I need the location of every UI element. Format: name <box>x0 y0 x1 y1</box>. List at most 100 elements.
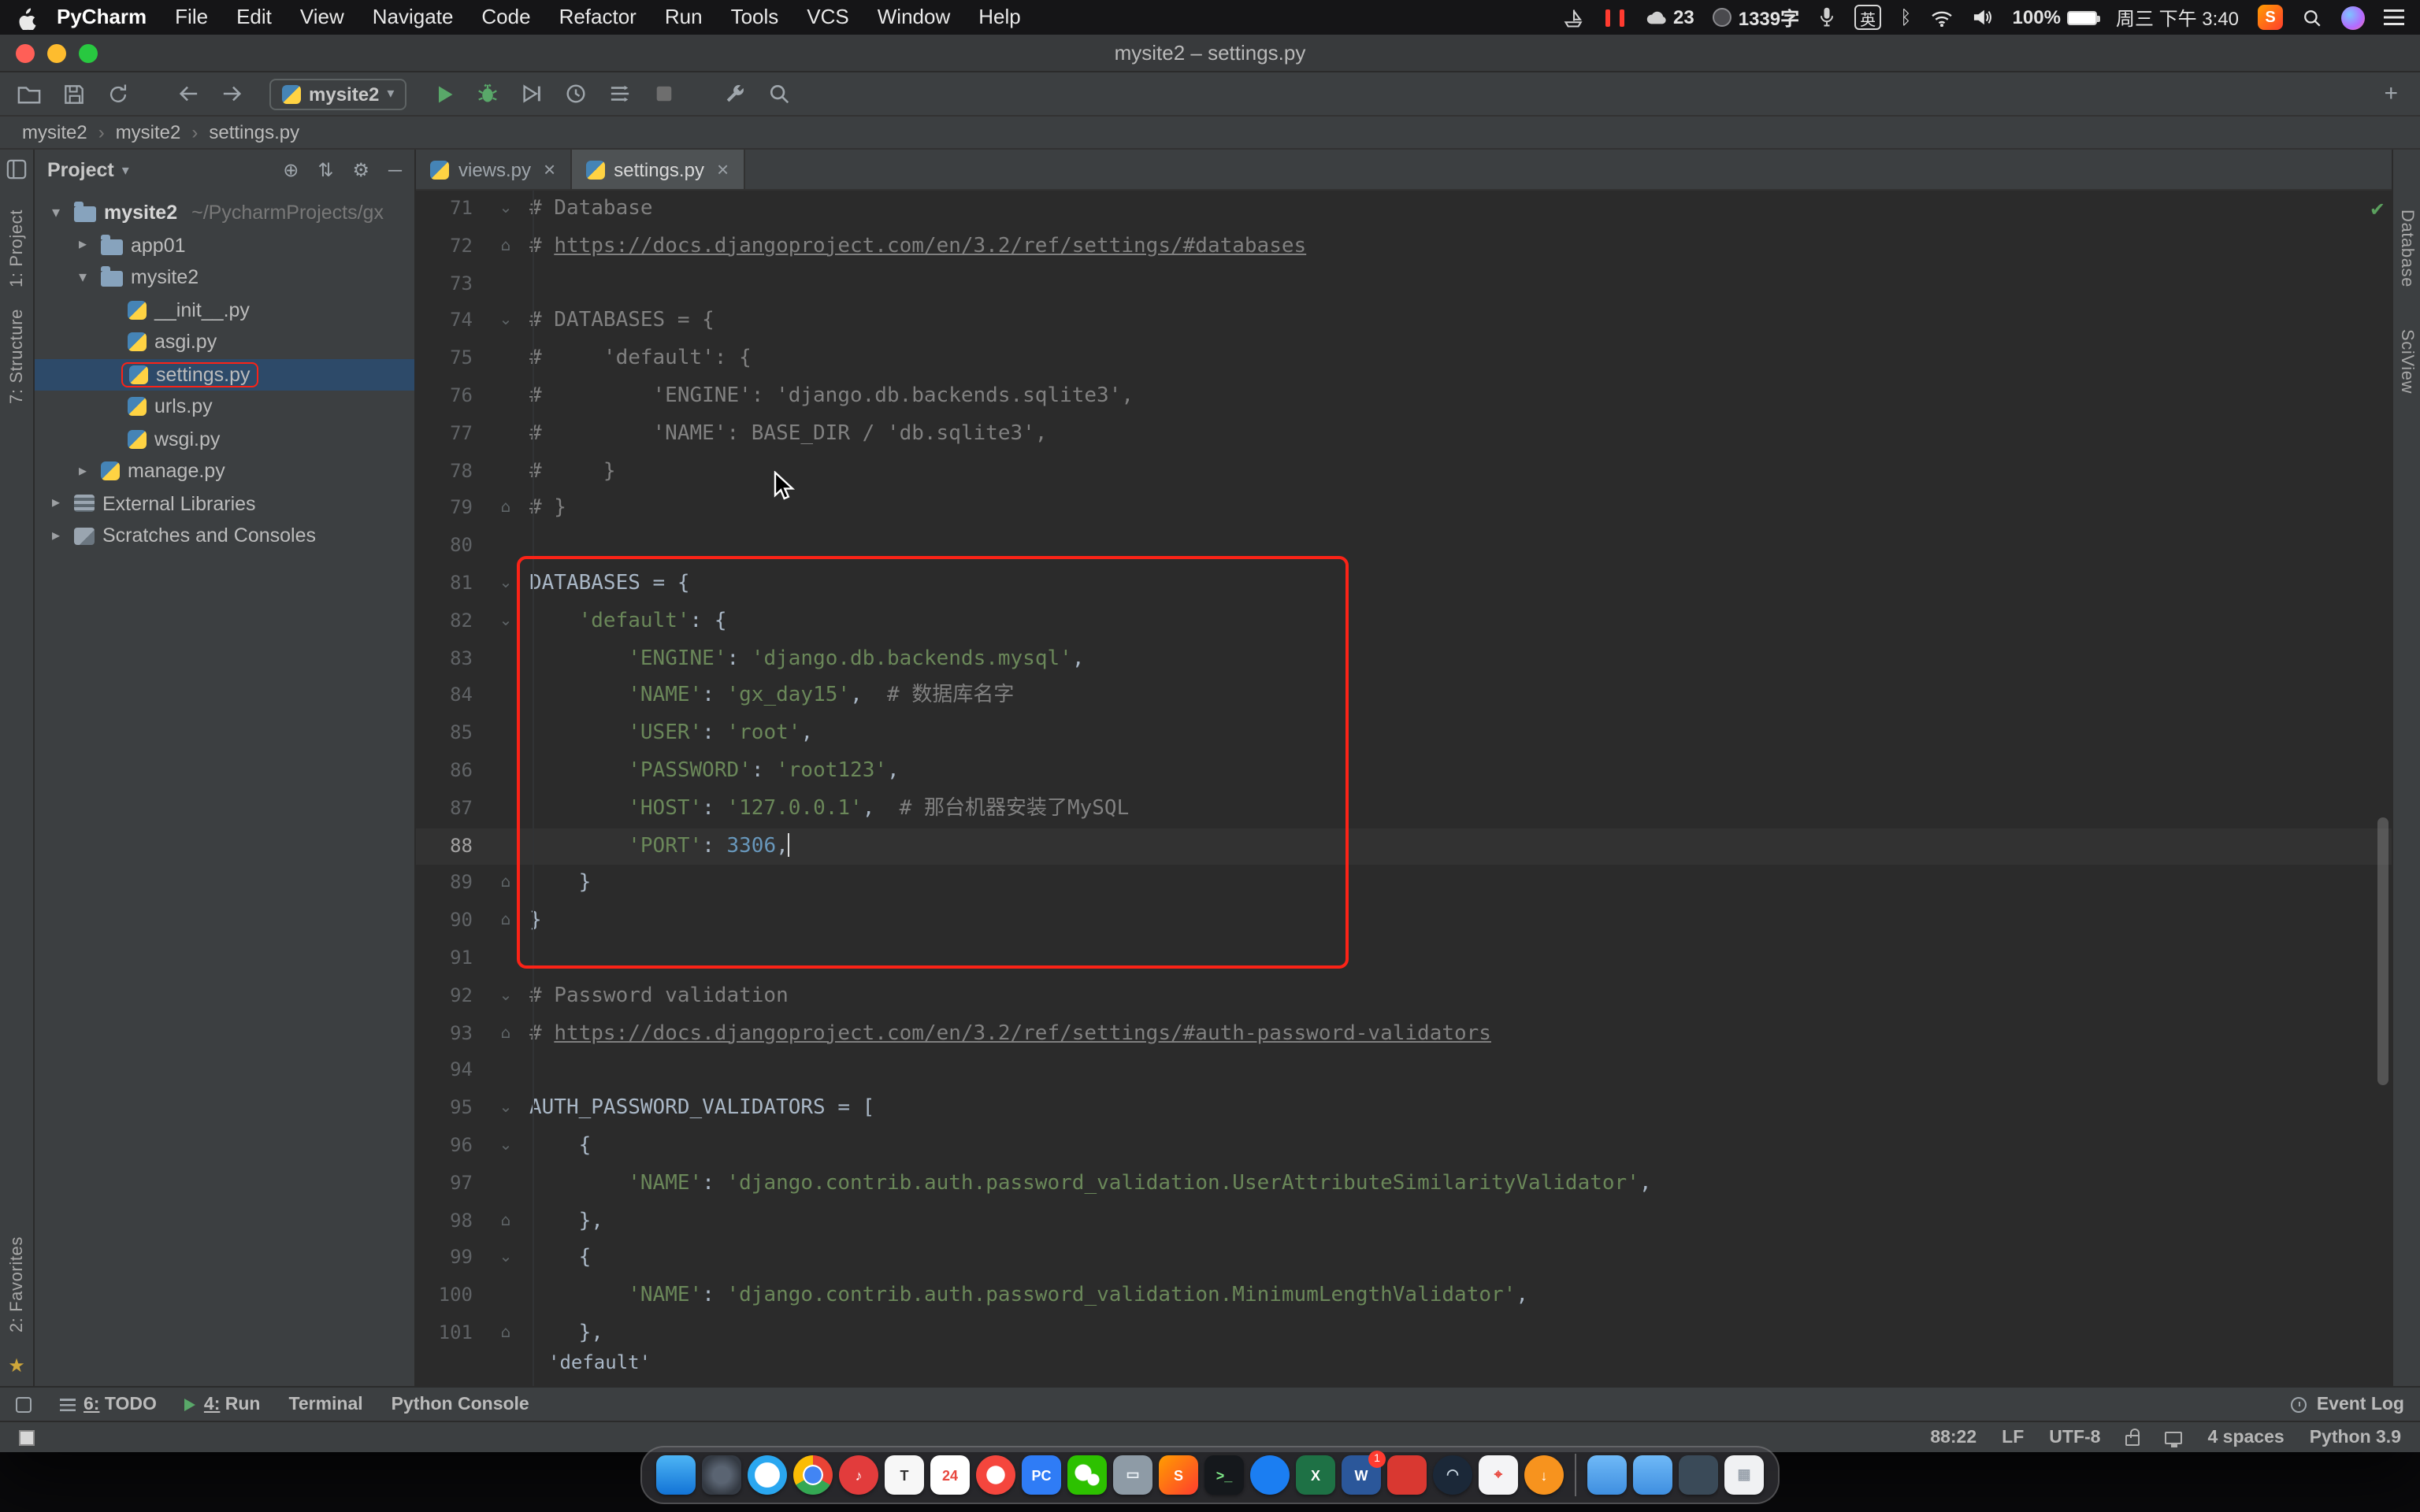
code-line[interactable]: 97 'NAME': 'django.contrib.auth.password… <box>416 1165 2392 1203</box>
fold-marker[interactable]: ⌂ <box>482 491 529 528</box>
dock-icon-folder-downloads[interactable] <box>1587 1455 1627 1495</box>
editor-tab-settings.py[interactable]: settings.py× <box>571 150 744 189</box>
fold-marker[interactable]: ⌄ <box>482 1240 529 1278</box>
favorites-star-icon[interactable]: ★ <box>8 1354 25 1377</box>
line-number[interactable]: 97 <box>416 1165 482 1203</box>
code-line[interactable]: 98⌂ }, <box>416 1203 2392 1240</box>
project-view-selector[interactable]: Project▾ <box>47 159 129 181</box>
editor-breadcrumb[interactable]: 'default' <box>548 1351 651 1386</box>
line-ending[interactable]: LF <box>2002 1428 2024 1447</box>
code-line[interactable]: 94 <box>416 1053 2392 1091</box>
code-line[interactable]: 89⌂ } <box>416 865 2392 903</box>
interpreter-name[interactable]: Python 3.9 <box>2310 1428 2401 1447</box>
code-line[interactable]: 82⌄ 'default': { <box>416 603 2392 641</box>
project-tree-item[interactable]: ▸Scratches and Consoles <box>35 520 414 552</box>
siri-icon[interactable] <box>2341 6 2365 29</box>
code-line[interactable]: 93⌂# https://docs.djangoproject.com/en/3… <box>416 1015 2392 1053</box>
apple-menu-icon[interactable] <box>16 6 36 29</box>
line-number[interactable]: 93 <box>416 1015 482 1053</box>
hide-panel-icon[interactable]: ─ <box>388 159 402 181</box>
project-tree-item[interactable]: ▾mysite2 <box>35 261 414 294</box>
line-number[interactable]: 80 <box>416 528 482 565</box>
pause-status-icon[interactable] <box>1605 9 1627 26</box>
code-line[interactable]: 95⌄AUTH_PASSWORD_VALIDATORS = [ <box>416 1090 2392 1128</box>
line-number[interactable]: 90 <box>416 902 482 940</box>
line-number[interactable]: 94 <box>416 1053 482 1091</box>
battery-status[interactable]: 100% <box>2013 6 2097 28</box>
settings-wrench-icon[interactable] <box>715 76 755 111</box>
line-number[interactable]: 71 <box>416 191 482 228</box>
line-number[interactable]: 86 <box>416 753 482 791</box>
caret-position[interactable]: 88:22 <box>1930 1428 1976 1447</box>
line-number[interactable]: 74 <box>416 303 482 341</box>
code-line[interactable]: 84 'NAME': 'gx_day15', # 数据库名字 <box>416 678 2392 716</box>
search-everywhere-icon[interactable] <box>759 76 799 111</box>
sogou-input-icon[interactable]: S <box>2258 5 2283 30</box>
dock-icon-stack-dark[interactable] <box>1679 1455 1718 1495</box>
dock-icon-steam[interactable]: ◠ <box>1433 1455 1472 1495</box>
volume-icon[interactable] <box>1973 8 1994 27</box>
dock-icon-sogou-input[interactable]: S <box>1159 1455 1198 1495</box>
code-line[interactable]: 91 <box>416 940 2392 978</box>
line-number[interactable]: 92 <box>416 977 482 1015</box>
code-line[interactable]: 83 'ENGINE': 'django.db.backends.mysql', <box>416 640 2392 678</box>
tree-arrow-icon[interactable]: ▸ <box>71 463 95 480</box>
toolwindow-terminal[interactable]: Terminal <box>289 1395 363 1414</box>
toolwindow-todo[interactable]: 6: TODO <box>60 1395 157 1414</box>
dock-icon-red-circle-app[interactable] <box>976 1455 1015 1495</box>
line-number[interactable]: 82 <box>416 603 482 641</box>
tool-button-structure[interactable]: 7: Structure <box>7 309 26 405</box>
tab-close-icon[interactable]: × <box>717 158 729 181</box>
debug-button[interactable] <box>468 76 507 111</box>
project-tree-item[interactable]: asgi.py <box>35 326 414 358</box>
menubar-menu-tools[interactable]: Tools <box>717 0 793 35</box>
tool-button-sciview[interactable]: SciView <box>2397 328 2416 393</box>
line-number[interactable]: 91 <box>416 940 482 978</box>
dock-icon-safari[interactable] <box>748 1455 787 1495</box>
tree-arrow-icon[interactable]: ▸ <box>71 237 95 254</box>
close-window-button[interactable] <box>16 43 35 62</box>
fold-marker[interactable]: ⌂ <box>482 902 529 940</box>
file-encoding[interactable]: UTF-8 <box>2049 1428 2100 1447</box>
tree-arrow-icon[interactable]: ▸ <box>44 495 68 513</box>
dock-icon-pc-blue[interactable]: PC <box>1022 1455 1061 1495</box>
project-tree-item[interactable]: urls.py <box>35 391 414 423</box>
save-all-icon[interactable] <box>54 76 93 111</box>
code-line[interactable]: 74⌄# DATABASES = { <box>416 303 2392 341</box>
code-line[interactable]: 92⌄# Password validation <box>416 977 2392 1015</box>
menubar-menu-help[interactable]: Help <box>964 0 1035 35</box>
tree-arrow-icon[interactable]: ▸ <box>44 528 68 545</box>
line-number[interactable]: 88 <box>416 828 482 865</box>
code-viewport[interactable]: 71⌄# Database72⌂# https://docs.djangopro… <box>416 191 2392 1386</box>
fold-marker[interactable]: ⌄ <box>482 303 529 341</box>
dock-icon-downloader[interactable]: ↓ <box>1524 1455 1564 1495</box>
menubar-menu-window[interactable]: Window <box>863 0 965 35</box>
code-line[interactable]: 101⌂ }, <box>416 1315 2392 1353</box>
back-icon[interactable] <box>169 76 208 111</box>
fold-marker[interactable]: ⌄ <box>482 565 529 603</box>
line-number[interactable]: 99 <box>416 1240 482 1278</box>
tool-windows-icon[interactable] <box>6 159 27 187</box>
code-line[interactable]: 77# 'NAME': BASE_DIR / 'db.sqlite3', <box>416 416 2392 454</box>
counter-status-item[interactable]: 23 <box>1645 6 1694 28</box>
dock-icon-reader-red[interactable] <box>1387 1455 1427 1495</box>
menubar-menu-edit[interactable]: Edit <box>222 0 286 35</box>
window-titlebar[interactable]: mysite2 – settings.py <box>0 35 2420 72</box>
line-number[interactable]: 79 <box>416 491 482 528</box>
select-opened-file-icon[interactable]: ⊕ <box>283 159 299 181</box>
event-log-label[interactable]: Event Log <box>2317 1395 2404 1414</box>
stop-button[interactable] <box>644 76 684 111</box>
code-line[interactable]: 90⌂} <box>416 902 2392 940</box>
fold-marker[interactable]: ⌂ <box>482 1203 529 1240</box>
dock-icon-folder-documents[interactable] <box>1633 1455 1672 1495</box>
line-number[interactable]: 73 <box>416 265 482 303</box>
menubar-menu-run[interactable]: Run <box>651 0 717 35</box>
line-number[interactable]: 85 <box>416 715 482 753</box>
code-line[interactable]: 96⌄ { <box>416 1128 2392 1166</box>
fold-marker[interactable]: ⌂ <box>482 865 529 903</box>
fold-marker[interactable]: ⌄ <box>482 1128 529 1166</box>
control-center-icon[interactable] <box>2384 9 2404 25</box>
dock-icon-music-red[interactable]: ♪ <box>839 1455 878 1495</box>
line-number[interactable]: 84 <box>416 678 482 716</box>
menubar-menu-view[interactable]: View <box>286 0 358 35</box>
